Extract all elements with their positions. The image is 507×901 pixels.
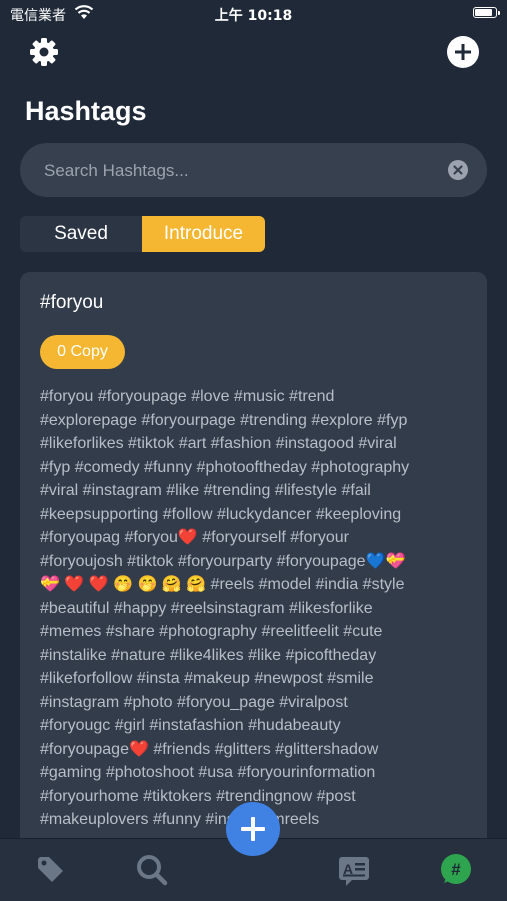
tab-saved[interactable]: Saved — [20, 216, 142, 252]
hashtag-icon[interactable]: # — [439, 853, 473, 887]
plus-circle-icon[interactable] — [447, 36, 479, 68]
hashtag-text: #foryou #foryoupage #love #music #trend … — [40, 388, 410, 828]
tag-icon[interactable] — [34, 853, 68, 887]
status-time: 上午 10:18 — [214, 8, 293, 24]
plus-icon — [241, 817, 265, 841]
status-bar: 電信業者 上午 10:18 — [0, 0, 507, 28]
search-bar — [20, 143, 487, 199]
battery-icon — [473, 7, 500, 18]
card-title: #foryou — [40, 292, 104, 313]
gear-icon[interactable] — [28, 36, 60, 68]
add-hashtag-button[interactable] — [226, 802, 280, 856]
copy-button[interactable]: 0 Copy — [40, 335, 125, 369]
page-title: Hashtags — [25, 96, 147, 126]
article-icon[interactable]: A — [337, 853, 371, 887]
segmented-control: Saved Introduce — [20, 216, 265, 252]
hashtag-card: #foryou 0 Copy #foryou #foryoupage #love… — [20, 272, 487, 892]
tab-introduce[interactable]: Introduce — [142, 216, 265, 252]
search-input[interactable] — [42, 143, 436, 199]
x-circle-icon[interactable] — [448, 160, 468, 180]
search-icon[interactable] — [135, 853, 169, 887]
svg-text:#: # — [451, 860, 461, 879]
